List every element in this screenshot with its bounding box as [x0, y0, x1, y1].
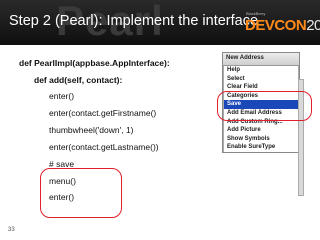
menu-title: New Address	[223, 53, 299, 66]
menu-item-add-picture[interactable]: Add Picture	[224, 126, 298, 135]
code-line: enter(contact.getLastname())	[49, 142, 159, 152]
page-number: 33	[8, 227, 15, 233]
menu-highlight-box	[217, 91, 312, 121]
blackberry-logo: BlackBerry	[246, 11, 266, 16]
code-line: enter()	[49, 91, 75, 101]
code-highlight-box	[40, 168, 122, 218]
menu-item-select[interactable]: Select	[224, 75, 298, 84]
menu-item-help[interactable]: Help	[224, 66, 298, 75]
devcon-text: DEVCON	[245, 17, 307, 34]
code-line: thumbwheel('down', 1)	[49, 125, 134, 135]
devcon-year: 2010	[306, 17, 320, 34]
slide-header: Pearl Step 2 (Pearl): Implement the inte…	[0, 0, 320, 45]
code-line: def PearlImpl(appbase.AppInterface):	[19, 58, 170, 68]
menu-item-enable-suretype[interactable]: Enable SureType	[224, 143, 298, 152]
devcon-logo: DEVCON2010	[245, 17, 320, 34]
code-line: enter(contact.getFirstname()	[49, 108, 157, 118]
code-line: def add(self, contact):	[34, 75, 123, 85]
slide-title: Step 2 (Pearl): Implement the interface	[9, 13, 259, 29]
menu-item-show-symbols[interactable]: Show Symbols	[224, 135, 298, 144]
